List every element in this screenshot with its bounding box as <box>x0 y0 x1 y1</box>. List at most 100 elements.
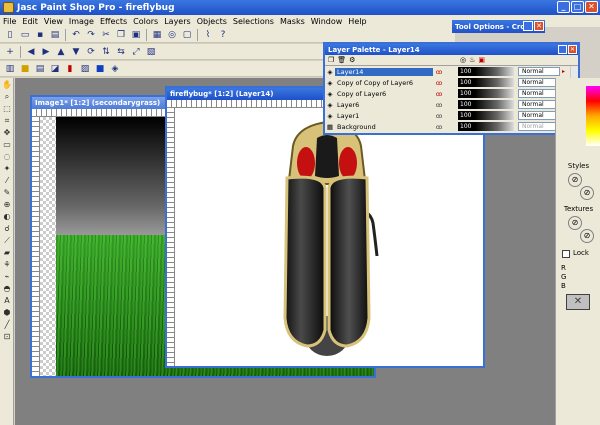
deformation-tool-icon[interactable]: ⬚ <box>1 103 13 114</box>
browser-icon[interactable]: ■ <box>93 62 107 75</box>
layer-visibility-icon[interactable]: ꝏ <box>433 90 445 98</box>
mirror-icon[interactable]: ⇆ <box>114 45 128 58</box>
copy-icon[interactable]: ❐ <box>114 28 128 41</box>
dropper-tool-icon[interactable]: ⁄ <box>1 175 13 186</box>
open-icon[interactable]: ▭ <box>18 28 32 41</box>
layer-row[interactable]: ◈ Layer6 ꝏ 100 Normal ▸ <box>325 99 578 110</box>
tool-options-minimize-button[interactable] <box>523 21 533 31</box>
delete-layer-icon[interactable]: 🗑 <box>337 56 346 64</box>
layer-visibility-icon[interactable]: ꝏ <box>433 112 445 120</box>
layer-row[interactable]: ◈ Layer1 ꝏ 100 Normal ▸ <box>325 110 578 121</box>
layer-visibility-icon[interactable]: ꝏ <box>433 101 445 109</box>
layer-palette-icon[interactable]: ▤ <box>33 62 47 75</box>
layer-blend-select[interactable]: Normal <box>518 89 560 98</box>
draw-tool-icon[interactable]: ╱ <box>1 319 13 330</box>
layer-opacity-slider[interactable]: 100 <box>458 67 514 76</box>
new-icon[interactable]: ▯ <box>3 28 17 41</box>
layer-name[interactable]: Layer6 <box>335 101 433 109</box>
text-tool-icon[interactable]: A <box>1 295 13 306</box>
color-replacer-tool-icon[interactable]: ◐ <box>1 211 13 222</box>
scratch-remover-tool-icon[interactable]: ⟋ <box>1 235 13 246</box>
arrow-down-icon[interactable]: ▼ <box>69 45 83 58</box>
minimize-button[interactable]: _ <box>557 1 570 13</box>
layer-visibility-icon[interactable]: ꝏ <box>433 79 445 87</box>
script-icon[interactable]: ⌇ <box>201 28 215 41</box>
menu-edit[interactable]: Edit <box>19 17 41 26</box>
layer-palette-close-button[interactable]: ✕ <box>568 45 577 54</box>
tool-palette-icon[interactable]: ▥ <box>3 62 17 75</box>
layer-blend-arrow-icon[interactable]: ▸ <box>562 68 565 75</box>
cut-icon[interactable]: ✂ <box>99 28 113 41</box>
menu-window[interactable]: Window <box>308 17 346 26</box>
move-tool-icon[interactable]: ✥ <box>1 127 13 138</box>
paste-icon[interactable]: ▣ <box>129 28 143 41</box>
background-texture-button[interactable]: ⊘ <box>580 229 594 243</box>
layer-opacity-slider[interactable]: 100 <box>458 122 514 131</box>
lock-checkbox[interactable] <box>562 250 570 258</box>
arrow-left-icon[interactable]: ◀ <box>24 45 38 58</box>
arrow-right-icon[interactable]: ▶ <box>39 45 53 58</box>
close-button[interactable]: ✕ <box>585 1 598 13</box>
menu-colors[interactable]: Colors <box>130 17 161 26</box>
freehand-tool-icon[interactable]: ◌ <box>1 151 13 162</box>
zoom-tool-icon[interactable]: ⌕ <box>1 91 13 102</box>
crop-tool-icon[interactable]: ⌗ <box>1 115 13 126</box>
menu-effects[interactable]: Effects <box>97 17 130 26</box>
magic-wand-tool-icon[interactable]: ✦ <box>1 163 13 174</box>
selection-tool-icon[interactable]: ▭ <box>1 139 13 150</box>
layer-blend-select[interactable]: Normal <box>518 111 560 120</box>
menu-selections[interactable]: Selections <box>230 17 277 26</box>
pan-tool-icon[interactable]: ✋ <box>1 79 13 90</box>
menu-image[interactable]: Image <box>66 17 97 26</box>
layer-options-icon[interactable]: ⚙ <box>349 56 355 64</box>
layer-palette[interactable]: Layer Palette - Layer14 ✕ ❐ 🗑 ⚙ ◎ ♨ ▣ ◈ … <box>323 42 580 135</box>
airbrush-tool-icon[interactable]: ⌁ <box>1 271 13 282</box>
layer-name[interactable]: Layer1 <box>335 112 433 120</box>
print-icon[interactable]: ▤ <box>48 28 62 41</box>
tool-options-close-button[interactable]: ✕ <box>534 21 544 31</box>
fireflybug-canvas[interactable] <box>175 108 483 366</box>
layer-visibility-icon[interactable]: ꝏ <box>433 68 445 76</box>
color-spectrum[interactable] <box>586 86 600 146</box>
arrow-up-icon[interactable]: ▲ <box>54 45 68 58</box>
paint-brush-tool-icon[interactable]: ✎ <box>1 187 13 198</box>
swatch-none-icon[interactable]: ✕ <box>566 294 590 310</box>
tool-options-window[interactable]: Tool Options - Crop ✕ <box>452 20 545 33</box>
menu-objects[interactable]: Objects <box>194 17 230 26</box>
picture-tube-tool-icon[interactable]: ⚘ <box>1 259 13 270</box>
preset-shapes-tool-icon[interactable]: ⬢ <box>1 307 13 318</box>
layer-row[interactable]: ◈ Layer14 ꝏ 100 Normal ▸ <box>325 66 578 77</box>
layer-name[interactable]: Background <box>335 123 433 131</box>
capture-icon[interactable]: ◎ <box>165 28 179 41</box>
menu-layers[interactable]: Layers <box>161 17 193 26</box>
browse-icon[interactable]: ▦ <box>150 28 164 41</box>
menu-file[interactable]: File <box>0 17 19 26</box>
canvas-icon[interactable]: ▧ <box>144 45 158 58</box>
menu-view[interactable]: View <box>41 17 66 26</box>
layer-blend-select[interactable]: Normal <box>518 67 560 76</box>
new-layer-icon[interactable]: ❐ <box>328 56 334 64</box>
maximize-button[interactable]: □ <box>571 1 584 13</box>
crop-plus-icon[interactable]: + <box>3 45 17 58</box>
overview-icon[interactable]: ◪ <box>48 62 62 75</box>
layer-opacity-slider[interactable]: 100 <box>458 111 514 120</box>
script-output-icon[interactable]: ▨ <box>78 62 92 75</box>
foreground-texture-button[interactable]: ⊘ <box>568 216 582 230</box>
redo-icon[interactable]: ↷ <box>84 28 98 41</box>
help-icon[interactable]: ? <box>216 28 230 41</box>
rotate-icon[interactable]: ⟳ <box>84 45 98 58</box>
layer-visibility-icon[interactable]: ꝏ <box>433 123 445 131</box>
effects-icon[interactable]: ◈ <box>108 62 122 75</box>
menu-masks[interactable]: Masks <box>277 17 308 26</box>
flip-icon[interactable]: ⇅ <box>99 45 113 58</box>
undo-icon[interactable]: ↶ <box>69 28 83 41</box>
histogram-icon[interactable]: ▮ <box>63 62 77 75</box>
clone-brush-tool-icon[interactable]: ⊕ <box>1 199 13 210</box>
layer-name[interactable]: Copy of Copy of Layer6 <box>335 79 433 87</box>
layer-blend-select[interactable]: Normal <box>518 100 560 109</box>
layer-blend-select[interactable]: Normal <box>518 78 560 87</box>
resize-icon[interactable]: ⤢ <box>129 45 143 58</box>
eraser-tool-icon[interactable]: ▰ <box>1 247 13 258</box>
color-palette-icon[interactable]: ■ <box>18 62 32 75</box>
menu-help[interactable]: Help <box>345 17 369 26</box>
